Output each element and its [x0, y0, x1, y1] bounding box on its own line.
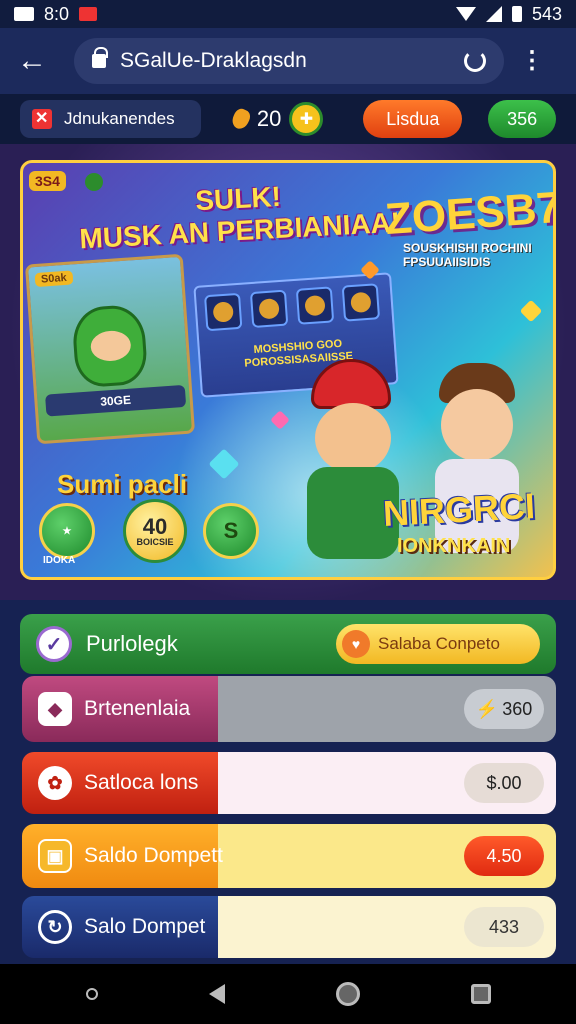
header-action-button[interactable]: ♥ Salaba Conpeto	[336, 624, 540, 664]
row-label: Satloca lons	[84, 771, 199, 794]
mini-game-card: S0ak 30GE	[24, 253, 196, 445]
row-label: Saldo Dompett	[84, 844, 223, 867]
list-header-title: Purlolegk	[86, 631, 178, 656]
status-right-text: 543	[531, 3, 562, 24]
game-logo: NIRGRCI	[382, 485, 536, 534]
wifi-icon	[455, 7, 476, 21]
status-time: 8:0	[44, 3, 70, 24]
row-label: Salo Dompet	[84, 915, 206, 938]
promo-banner[interactable]: 3S4 SULK! MUSK AN PERBIANIAA! ZOESB7 SOU…	[20, 160, 556, 580]
url-text: SGalUe-Draklagsdn	[120, 49, 307, 72]
player-name: Jdnukanendes	[64, 109, 175, 128]
red-pill-button[interactable]: Lisdua	[363, 100, 463, 138]
banner-title: SULK! MUSK AN PERBIANIAA!	[58, 174, 421, 257]
bolt-icon: ⚡	[475, 698, 499, 719]
list-row[interactable]: ◆ Brtenenlaia ⚡ 360	[22, 676, 556, 742]
row-value-text: 360	[502, 698, 533, 719]
item-slot-icon	[204, 292, 243, 332]
gear-icon: ✿	[38, 766, 72, 800]
row-value[interactable]: 4.50	[464, 836, 544, 876]
banner-button-2[interactable]: 40 BOICSIE	[123, 499, 187, 563]
nav-back-icon[interactable]	[208, 984, 225, 1004]
list-row[interactable]: ▣ Saldo Dompett 4.50	[22, 824, 556, 888]
add-coins-button[interactable]: ✚	[289, 102, 324, 136]
green-character-icon	[71, 303, 149, 389]
status-bar: 8:0 543	[0, 0, 576, 28]
lock-icon	[92, 47, 108, 68]
diamond-icon: ◆	[38, 692, 72, 726]
coin-icon	[229, 106, 253, 132]
item-slot-icon	[295, 286, 335, 325]
row-label: Brtenenlaia	[84, 697, 191, 720]
banner-button-3[interactable]: S	[203, 503, 259, 559]
overflow-menu-button[interactable]: ⋮	[520, 49, 544, 73]
list-row[interactable]: ✿ Satloca lons $.00	[22, 752, 556, 814]
nav-home-icon[interactable]	[335, 982, 360, 1006]
game-logo-subtitle: IONKNKAIN	[397, 535, 511, 557]
green-pill-button[interactable]: 356	[488, 100, 556, 138]
banner-button-2-sub: BOICSIE	[136, 536, 174, 547]
item-slot-icon	[249, 289, 289, 329]
reload-icon[interactable]	[464, 50, 486, 72]
game-top-bar: Jdnukanendes 20 ✚ Lisdua 356	[0, 94, 576, 144]
banner-button-1[interactable]: ★	[39, 503, 95, 559]
signal-icon	[485, 6, 502, 22]
flag-icon	[32, 108, 52, 129]
back-button[interactable]: ←	[14, 43, 50, 79]
image-icon	[14, 7, 34, 21]
banner-button-2-number: 40	[142, 513, 168, 539]
row-value[interactable]: ⚡ 360	[464, 689, 544, 729]
check-icon: ✓	[36, 626, 72, 662]
banner-big-subtitle: SOUSKHISHI ROCHINI FPSUUAIISIDIS	[403, 241, 532, 269]
box-icon: ▣	[38, 839, 72, 873]
row-value[interactable]: $.00	[464, 763, 544, 803]
notification-icon	[79, 7, 98, 21]
coin-count: 20	[256, 106, 282, 131]
nav-dot-icon[interactable]	[85, 988, 98, 1000]
row-value[interactable]: 433	[464, 907, 544, 947]
nav-recents-icon[interactable]	[470, 984, 491, 1004]
list-header: ✓ Purlolegk ♥ Salaba Conpeto	[20, 614, 556, 674]
gem-icon	[519, 299, 543, 323]
heart-icon: ♥	[342, 630, 370, 658]
coin-counter: 20 ✚	[229, 102, 324, 136]
tag-dot-icon	[85, 173, 103, 191]
list-row[interactable]: ↻ Salo Dompet 433	[22, 896, 556, 958]
sumi-title: Sumi pacli	[57, 469, 188, 499]
banner-button-1-label: IDOKA	[43, 555, 76, 566]
mini-card-bar: 30GE	[45, 384, 187, 417]
system-nav-bar	[0, 964, 576, 1024]
item-slot-icon	[341, 283, 381, 322]
battery-icon	[511, 6, 522, 22]
player-name-box[interactable]: Jdnukanendes	[20, 100, 201, 138]
banner-tag: 3S4	[29, 171, 66, 191]
url-bar[interactable]: SGalUe-Draklagsdn	[74, 38, 504, 84]
mini-card-label: S0ak	[34, 270, 74, 288]
header-action-label: Salaba Conpeto	[378, 634, 500, 653]
refresh-icon: ↻	[38, 910, 72, 944]
browser-toolbar: ← SGalUe-Draklagsdn ⋮	[0, 28, 576, 94]
